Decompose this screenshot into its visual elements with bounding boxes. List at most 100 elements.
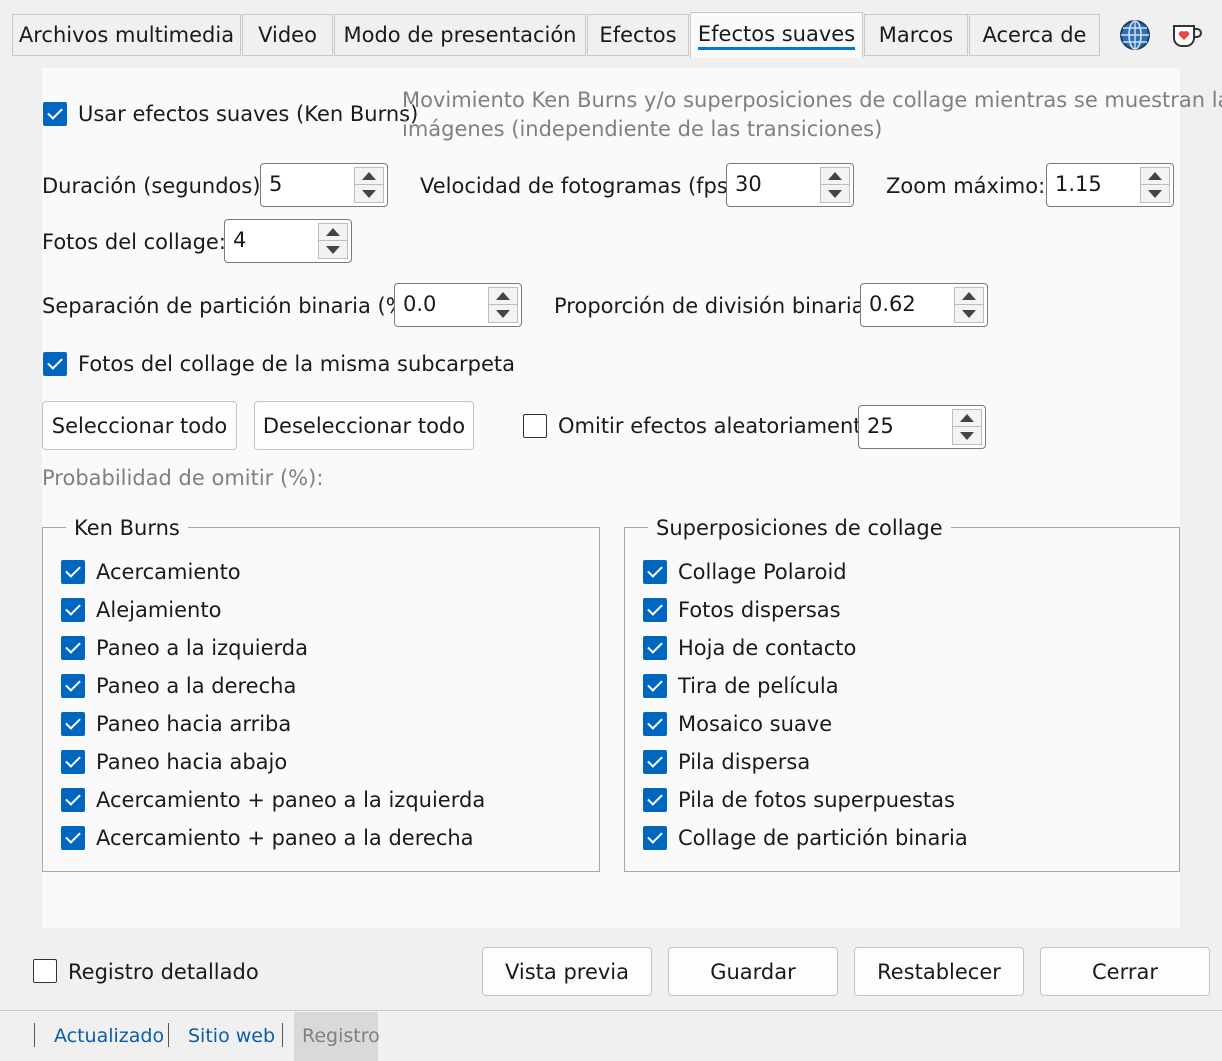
arrow-down-icon [1148,189,1162,198]
preview-button[interactable]: Vista previa [482,947,652,996]
smooth-description-line1: Movimiento Ken Burns y/o superposiciones… [402,88,1222,112]
increment-button[interactable] [953,410,981,427]
collage-bsp-checkbox[interactable] [643,826,667,850]
reset-button[interactable]: Restablecer [854,947,1024,996]
zoom-spinbox[interactable]: 1.15 [1046,163,1174,207]
select-all-button[interactable]: Seleccionar todo [42,401,237,450]
status-separator [34,1023,35,1047]
fps-spinbox[interactable]: 30 [726,163,854,207]
skip-random-checkbox[interactable] [523,414,547,438]
kb-pan-up-checkbox[interactable] [61,712,85,736]
close-button[interactable]: Cerrar [1040,947,1210,996]
status-separator [282,1023,283,1047]
decrement-button[interactable] [821,185,849,202]
status-bar: Actualizado Sitio web Registro [0,1010,1222,1061]
log-label: Registro [302,1025,380,1047]
kb-zoom-pan-left-checkbox[interactable] [61,788,85,812]
decrement-button[interactable] [955,305,983,322]
tab-label: Efectos [599,23,677,47]
arrow-down-icon [362,189,376,198]
duration-label: Duración (segundos): [42,174,268,198]
increment-button[interactable] [1141,168,1169,185]
tab-efectos[interactable]: Efectos [587,14,689,56]
collage-scattered-stack-label: Pila dispersa [678,750,811,774]
kb-pan-left-label: Paneo a la izquierda [96,636,308,660]
bsp-ratio-value: 0.62 [869,292,916,316]
deselect-all-button[interactable]: Deseleccionar todo [254,401,474,450]
decrement-button[interactable] [319,241,347,258]
bsp-ratio-spinbox[interactable]: 0.62 [860,283,988,327]
collage-photos-label: Fotos del collage: [42,230,226,254]
collage-photos-value: 4 [233,228,247,252]
tab-modo-presentacion[interactable]: Modo de presentación [334,14,586,56]
website-link[interactable]: Sitio web [188,1027,275,1046]
arrow-down-icon [828,189,842,198]
tab-marcos[interactable]: Marcos [864,14,968,56]
zoom-value: 1.15 [1055,172,1102,196]
verbose-log-checkbox[interactable] [33,959,57,983]
skip-probability-label: Probabilidad de omitir (%): [42,466,324,490]
verbose-log-label: Registro detallado [68,960,259,984]
increment-button[interactable] [489,288,517,305]
log-button[interactable]: Registro [294,1012,380,1061]
duration-spinbox[interactable]: 5 [260,163,388,207]
same-subfolder-label: Fotos del collage de la misma subcarpeta [78,352,516,376]
coffee-heart-icon[interactable] [1170,20,1204,50]
increment-button[interactable] [319,224,347,241]
skip-probability-spinbox[interactable]: 25 [858,405,986,449]
duration-value: 5 [269,172,283,196]
use-smooth-effects-label: Usar efectos suaves (Ken Burns) [78,102,419,126]
kb-zoom-out-checkbox[interactable] [61,598,85,622]
increment-button[interactable] [955,288,983,305]
bsp-ratio-label: Proporción de división binaria: [554,294,872,318]
decrement-button[interactable] [953,427,981,444]
increment-button[interactable] [821,168,849,185]
kb-zoom-pan-left-label: Acercamiento + paneo a la izquierda [96,788,486,812]
kb-pan-right-checkbox[interactable] [61,674,85,698]
kb-pan-left-checkbox[interactable] [61,636,85,660]
kb-zoom-pan-right-checkbox[interactable] [61,826,85,850]
tab-archivos-multimedia[interactable]: Archivos multimedia [12,14,241,56]
bsp-gap-spinbox[interactable]: 0.0 [394,283,522,327]
collage-photos-spinbox[interactable]: 4 [224,219,352,263]
arrow-down-icon [496,309,510,318]
collage-contact-sheet-label: Hoja de contacto [678,636,857,660]
same-subfolder-checkbox[interactable] [43,352,67,376]
tab-label: Video [258,23,317,47]
decrement-button[interactable] [1141,185,1169,202]
collage-scattered-stack-checkbox[interactable] [643,750,667,774]
collage-soft-mosaic-checkbox[interactable] [643,712,667,736]
decrement-button[interactable] [489,305,517,322]
arrow-down-icon [326,245,340,254]
collage-film-strip-checkbox[interactable] [643,674,667,698]
arrow-up-icon [362,172,376,180]
tab-efectos-suaves[interactable]: Efectos suaves [690,12,863,58]
decrement-button[interactable] [355,185,383,202]
collage-overlap-stack-checkbox[interactable] [643,788,667,812]
collage-soft-mosaic-label: Mosaico suave [678,712,833,736]
kb-zoom-out-label: Alejamiento [96,598,222,622]
collage-polaroid-checkbox[interactable] [643,560,667,584]
use-smooth-effects-checkbox[interactable] [43,102,67,126]
zoom-label: Zoom máximo: [886,174,1046,198]
collage-overlap-stack-label: Pila de fotos superpuestas [678,788,955,812]
updated-link[interactable]: Actualizado [54,1027,164,1046]
collage-polaroid-label: Collage Polaroid [678,560,847,584]
save-button[interactable]: Guardar [668,947,838,996]
skip-random-label: Omitir efectos aleatoriamente [558,414,875,438]
increment-button[interactable] [355,168,383,185]
arrow-up-icon [326,228,340,236]
arrow-down-icon [960,431,974,440]
collage-scattered-checkbox[interactable] [643,598,667,622]
tab-video[interactable]: Video [242,14,333,56]
kb-pan-down-checkbox[interactable] [61,750,85,774]
collage-contact-sheet-checkbox[interactable] [643,636,667,660]
tab-acerca-de[interactable]: Acerca de [969,14,1100,56]
tab-label: Archivos multimedia [18,23,235,47]
kb-zoom-in-label: Acercamiento [96,560,241,584]
kb-pan-up-label: Paneo hacia arriba [96,712,292,736]
kb-zoom-in-checkbox[interactable] [61,560,85,584]
globe-icon[interactable] [1118,18,1152,52]
collage-scattered-label: Fotos dispersas [678,598,841,622]
skip-probability-value: 25 [867,414,894,438]
